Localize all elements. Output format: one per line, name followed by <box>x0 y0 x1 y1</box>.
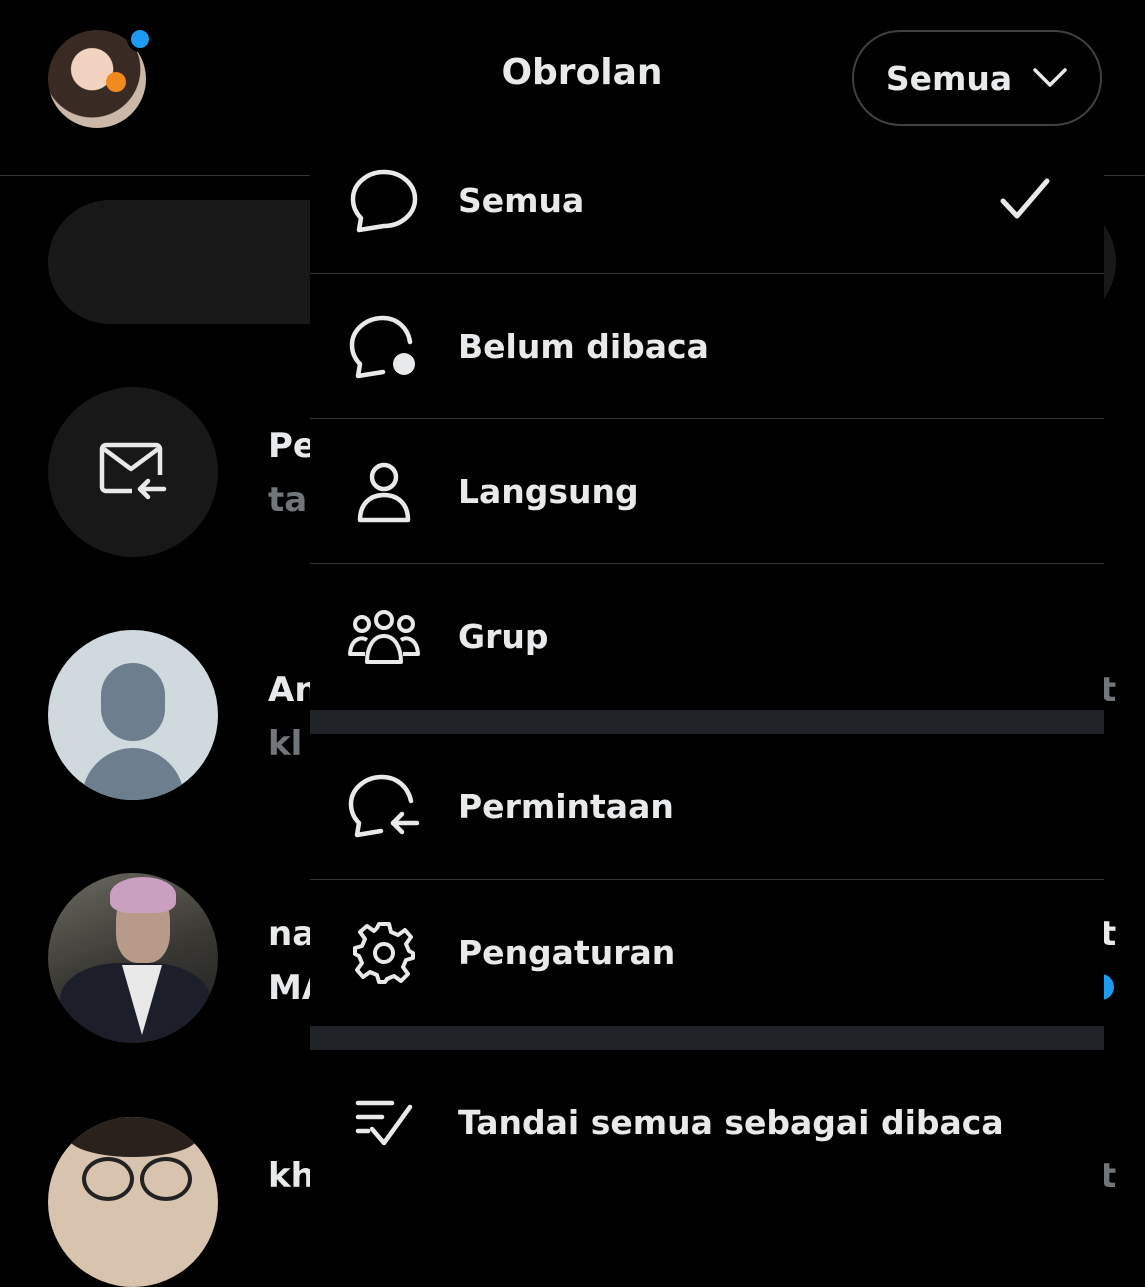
default-avatar-body <box>82 748 184 800</box>
menu-item-label: Tandai semua sebagai dibaca <box>458 1103 1004 1142</box>
avatar-photo-detail <box>68 1117 198 1157</box>
group-icon <box>346 599 422 675</box>
chat-bubble-unread-icon <box>346 309 422 385</box>
menu-item-label: Pengaturan <box>458 933 676 972</box>
menu-item-label: Belum dibaca <box>458 327 709 366</box>
conversation-name: na <box>268 914 316 954</box>
avatar-photo-detail <box>82 1157 134 1201</box>
menu-item-label: Langsung <box>458 472 639 511</box>
conversation-preview: kl <box>268 724 303 764</box>
filter-label: Semua <box>885 58 1013 98</box>
conversation-name: kh <box>268 1156 315 1196</box>
person-icon <box>346 454 422 530</box>
menu-item-label: Semua <box>458 181 585 220</box>
conversation-preview: ta <box>268 480 308 520</box>
conversation-avatar[interactable] <box>48 873 218 1043</box>
chevron-down-icon <box>1033 68 1067 87</box>
menu-item-label: Grup <box>458 617 549 656</box>
conversation-avatar[interactable] <box>48 630 218 800</box>
gear-icon <box>346 915 422 991</box>
conversation-name: Pe <box>268 426 316 466</box>
mark-read-icon <box>346 1085 422 1161</box>
chat-request-icon <box>346 769 422 845</box>
message-requests-avatar[interactable] <box>48 387 218 557</box>
menu-item-direct[interactable]: Langsung <box>310 419 1104 564</box>
filter-dropdown-button[interactable]: Semua <box>852 30 1102 126</box>
notification-dot <box>127 26 153 52</box>
avatar-photo-detail <box>106 72 126 92</box>
avatar-photo-detail <box>140 1157 192 1201</box>
menu-item-all[interactable]: Semua <box>310 128 1104 273</box>
filter-dropdown-menu: Semua Belum dibaca Langsung Grup Permint… <box>310 128 1104 1200</box>
avatar-photo-detail <box>110 877 176 913</box>
default-avatar-head <box>101 663 165 741</box>
menu-section-gap <box>310 1026 1104 1050</box>
page-title: Obrolan <box>501 52 663 93</box>
menu-item-groups[interactable]: Grup <box>310 564 1104 709</box>
conversation-avatar[interactable] <box>48 1117 218 1287</box>
menu-item-settings[interactable]: Pengaturan <box>310 880 1104 1025</box>
chat-bubble-icon <box>346 163 422 239</box>
menu-item-mark-all-read[interactable]: Tandai semua sebagai dibaca <box>310 1050 1104 1195</box>
menu-item-unread[interactable]: Belum dibaca <box>310 274 1104 419</box>
menu-section-gap <box>310 710 1104 734</box>
checkmark-icon <box>1000 177 1050 225</box>
menu-item-label: Permintaan <box>458 787 674 826</box>
mail-incoming-icon <box>99 442 168 503</box>
menu-item-requests[interactable]: Permintaan <box>310 734 1104 879</box>
